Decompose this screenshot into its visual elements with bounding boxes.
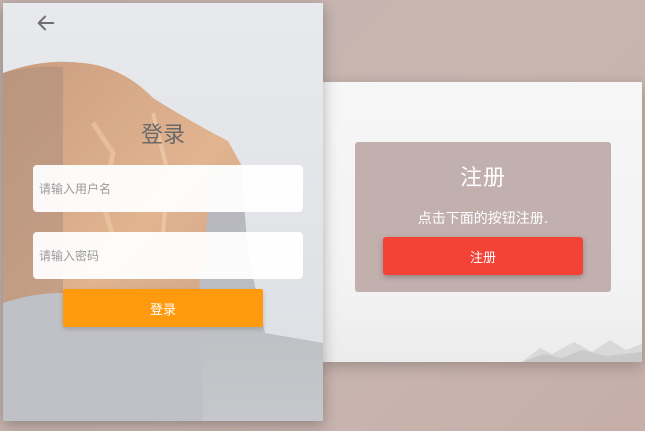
background-overlay	[3, 3, 323, 421]
back-button[interactable]	[33, 11, 59, 37]
login-button[interactable]: 登录	[63, 289, 263, 327]
arrow-left-icon	[37, 15, 55, 30]
mountain-backdrop	[522, 340, 642, 362]
register-button[interactable]: 注册	[383, 237, 583, 275]
password-input[interactable]	[33, 232, 303, 279]
register-panel: 注册 点击下面的按钮注册. 注册	[320, 82, 642, 362]
login-title: 登录	[140, 123, 185, 148]
register-description: 点击下面的按钮注册.	[417, 211, 549, 227]
username-input[interactable]	[33, 165, 303, 212]
login-panel: 登录 登录	[3, 3, 323, 421]
register-card: 注册 点击下面的按钮注册. 注册	[355, 142, 611, 292]
register-title: 注册	[459, 166, 506, 191]
